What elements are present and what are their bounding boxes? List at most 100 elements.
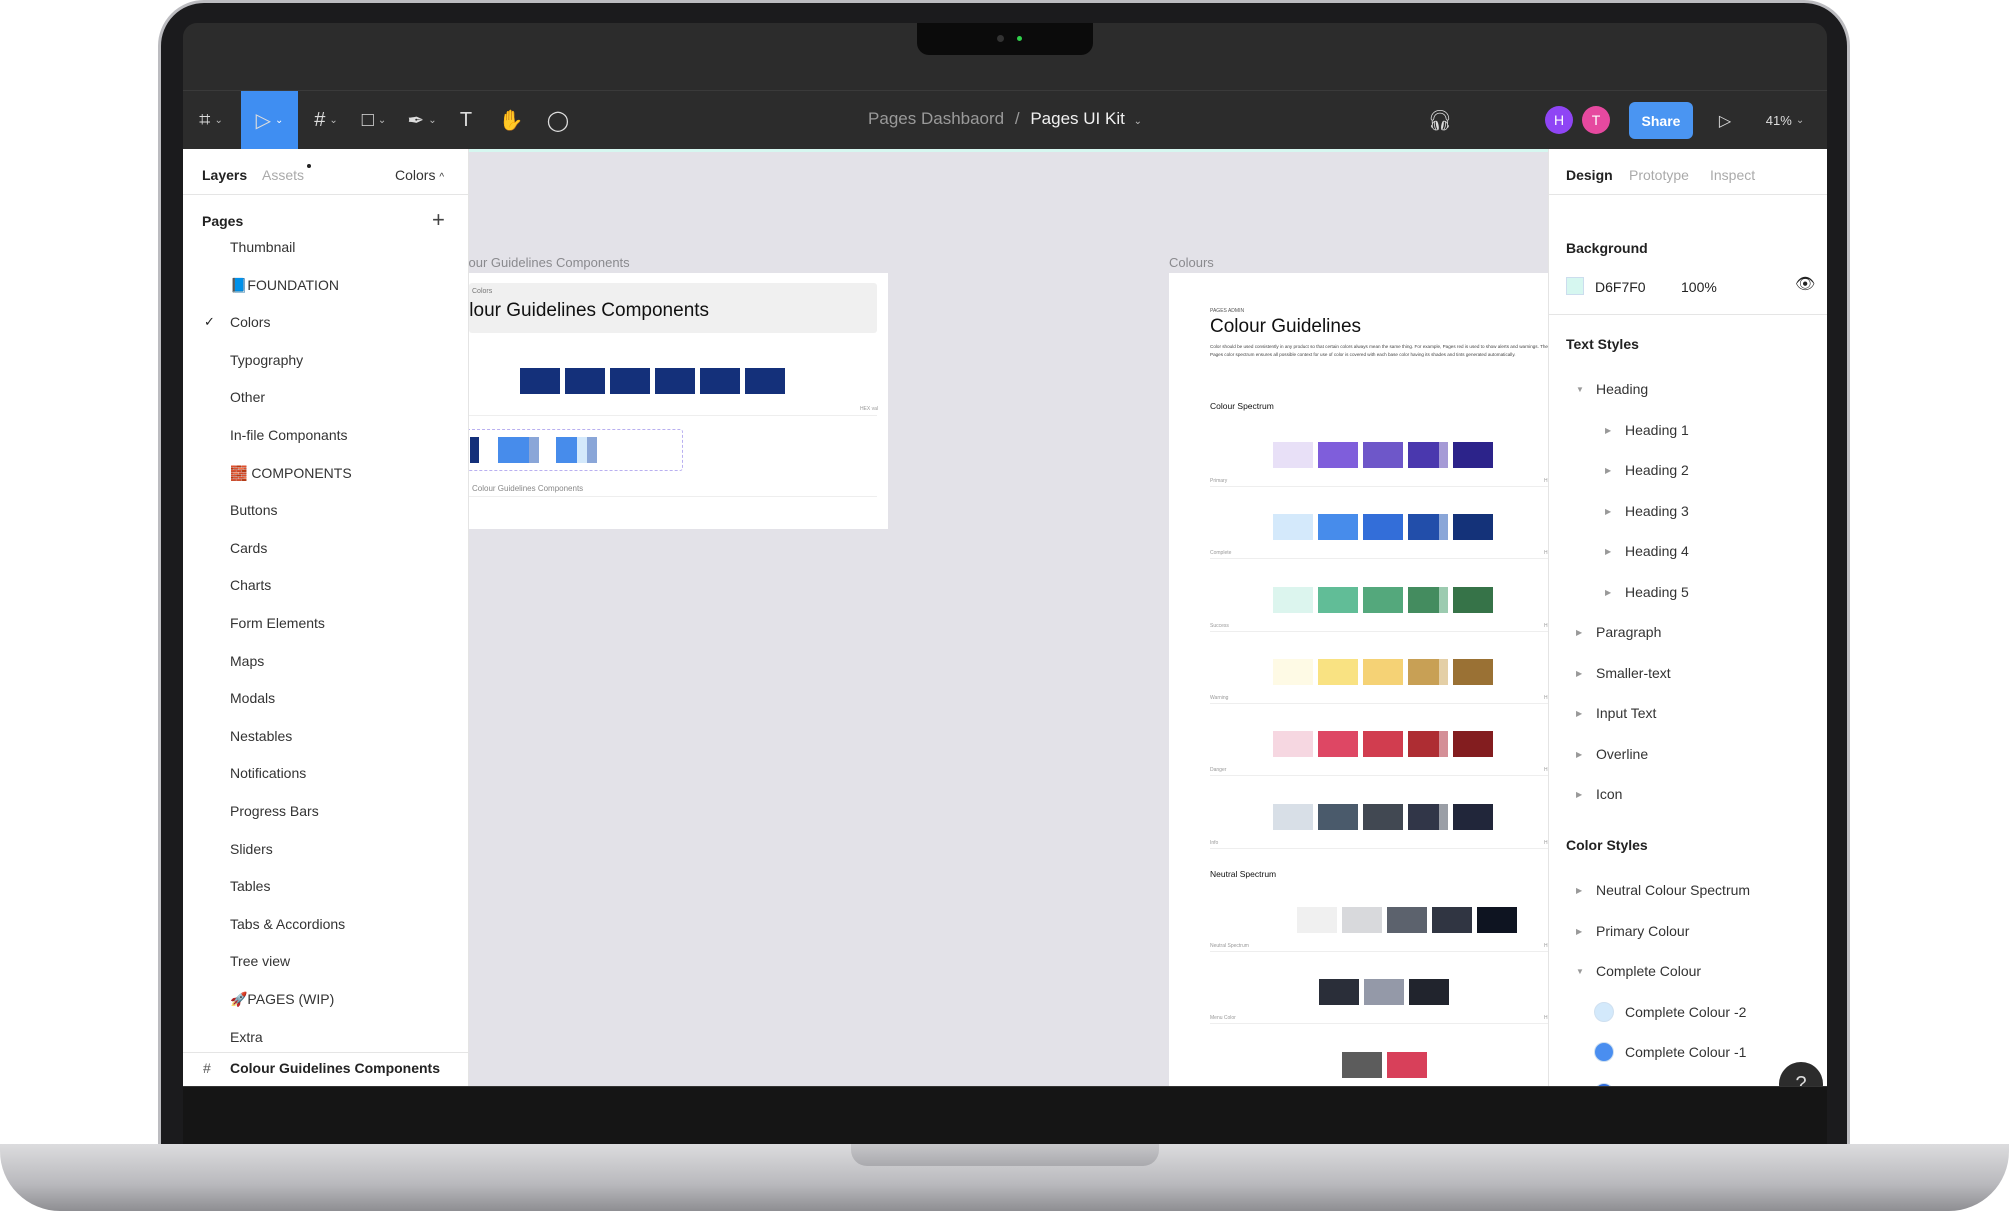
swatch[interactable] xyxy=(1342,1051,1382,1078)
color-style-item[interactable]: Primary Colour xyxy=(1596,923,1689,939)
page-item[interactable]: Tables xyxy=(230,878,270,894)
swatch[interactable] xyxy=(1273,658,1313,685)
text-style-item[interactable]: Paragraph xyxy=(1596,624,1661,640)
page-item[interactable]: Colors xyxy=(230,314,270,330)
swatch[interactable] xyxy=(1342,907,1382,933)
swatch[interactable] xyxy=(1297,907,1337,933)
swatch[interactable] xyxy=(1318,442,1358,468)
page-item[interactable]: Sliders xyxy=(230,841,273,857)
caret-right-icon[interactable]: ▶ xyxy=(1576,709,1582,718)
page-item[interactable]: 🚀PAGES (WIP) xyxy=(230,991,334,1008)
breadcrumb-project[interactable]: Pages Dashbaord xyxy=(868,109,1004,128)
canvas[interactable]: Colour Guidelines Components Colors Colo… xyxy=(469,149,1548,1086)
page-item[interactable]: Notifications xyxy=(230,765,306,781)
color-style-item[interactable]: Complete Colour -2 xyxy=(1625,1004,1746,1020)
page-item[interactable]: Thumbnail xyxy=(230,239,295,255)
swatch[interactable] xyxy=(1273,586,1313,613)
caret-right-icon[interactable]: ▶ xyxy=(1576,669,1582,678)
component-set[interactable] xyxy=(469,429,683,471)
zoom-dropdown[interactable]: 41% ⌄ xyxy=(1755,91,1815,150)
caret-right-icon[interactable]: ▶ xyxy=(1576,790,1582,799)
tab-layers[interactable]: Layers xyxy=(202,167,247,183)
headphones-icon[interactable]: 🎧︎ xyxy=(1420,91,1460,150)
swatch[interactable] xyxy=(1453,803,1493,830)
caret-right-icon[interactable]: ▶ xyxy=(1605,588,1611,597)
background-hex-input[interactable]: D6F7F0 xyxy=(1595,279,1646,295)
frame-colours[interactable]: PAGES ADMIN Colour Guidelines Color shou… xyxy=(1169,273,1548,1086)
swatch[interactable] xyxy=(1432,907,1472,933)
text-style-item[interactable]: Icon xyxy=(1596,786,1622,802)
swatch[interactable] xyxy=(1318,514,1358,541)
caret-right-icon[interactable]: ▶ xyxy=(1605,547,1611,556)
eye-visibility-icon[interactable]: 👁︎ xyxy=(1795,274,1815,294)
page-item[interactable]: Progress Bars xyxy=(230,803,319,819)
file-name[interactable]: Pages UI Kit xyxy=(1030,109,1125,128)
share-button[interactable]: Share xyxy=(1629,102,1693,139)
swatch[interactable] xyxy=(1273,442,1313,468)
swatch[interactable] xyxy=(1364,979,1404,1006)
text-style-item[interactable]: Smaller-text xyxy=(1596,665,1671,681)
caret-right-icon[interactable]: ▶ xyxy=(1605,466,1611,475)
swatch[interactable] xyxy=(1318,658,1358,685)
text-style-item[interactable]: Heading 4 xyxy=(1625,543,1689,559)
swatch[interactable] xyxy=(1387,907,1427,933)
swatch[interactable] xyxy=(1273,514,1313,541)
swatch[interactable] xyxy=(1363,731,1403,758)
page-item[interactable]: Extra xyxy=(230,1029,263,1045)
page-item[interactable]: Modals xyxy=(230,690,275,706)
swatch[interactable] xyxy=(1319,979,1359,1006)
frame-label[interactable]: Colour Guidelines Components xyxy=(469,255,630,270)
page-item[interactable]: Cards xyxy=(230,540,267,556)
caret-right-icon[interactable]: ▶ xyxy=(1605,426,1611,435)
chevron-down-icon[interactable]: ⌄ xyxy=(1134,116,1142,127)
swatch[interactable] xyxy=(1409,979,1449,1006)
page-item[interactable]: In-file Componants xyxy=(230,427,348,443)
layer-item[interactable]: Colour Guidelines Components xyxy=(230,1060,440,1076)
text-style-item[interactable]: Heading 2 xyxy=(1625,462,1689,478)
add-page-icon[interactable]: + xyxy=(432,207,445,233)
page-selector[interactable]: Colors ^ xyxy=(395,167,444,183)
swatch[interactable] xyxy=(1363,803,1403,830)
color-style-item[interactable]: Neutral Colour Spectrum xyxy=(1596,882,1750,898)
swatch[interactable] xyxy=(1318,586,1358,613)
swatch[interactable] xyxy=(1453,586,1493,613)
swatch[interactable] xyxy=(1363,586,1403,613)
background-color-swatch[interactable] xyxy=(1566,277,1584,295)
avatar[interactable]: H xyxy=(1545,106,1573,134)
frame-label[interactable]: Colours xyxy=(1169,255,1214,270)
avatar[interactable]: T xyxy=(1582,106,1610,134)
page-item[interactable]: Buttons xyxy=(230,502,277,518)
caret-down-icon[interactable]: ▼ xyxy=(1576,385,1584,394)
text-style-item[interactable]: Overline xyxy=(1596,746,1648,762)
text-style-item[interactable]: Heading 5 xyxy=(1625,584,1689,600)
frame-guidelines-components[interactable]: Colors Colour Guidelines Components HEX … xyxy=(469,273,888,529)
color-style-item[interactable]: Complete Colour -1 xyxy=(1625,1044,1746,1060)
page-item[interactable]: Maps xyxy=(230,653,264,669)
swatch[interactable] xyxy=(1318,803,1358,830)
page-item[interactable]: Typography xyxy=(230,352,303,368)
page-item[interactable]: Nestables xyxy=(230,728,292,744)
tab-assets[interactable]: Assets xyxy=(262,167,304,183)
text-style-item[interactable]: Input Text xyxy=(1596,705,1656,721)
present-play-icon[interactable]: ▷ xyxy=(1708,91,1742,150)
swatch[interactable] xyxy=(1363,514,1403,541)
swatch[interactable] xyxy=(1363,658,1403,685)
text-style-item[interactable]: Heading xyxy=(1596,381,1648,397)
swatch[interactable] xyxy=(1363,442,1403,468)
caret-right-icon[interactable]: ▶ xyxy=(1576,886,1582,895)
swatch[interactable] xyxy=(1318,731,1358,758)
background-opacity-input[interactable]: 100% xyxy=(1681,279,1717,295)
page-item[interactable]: Tree view xyxy=(230,953,290,969)
swatch[interactable] xyxy=(1387,1051,1427,1078)
help-button[interactable]: ? xyxy=(1779,1062,1823,1086)
caret-down-icon[interactable]: ▼ xyxy=(1576,967,1584,976)
tab-prototype[interactable]: Prototype xyxy=(1629,167,1689,183)
swatch[interactable] xyxy=(1273,803,1313,830)
page-item[interactable]: 🧱 COMPONENTS xyxy=(230,465,352,482)
page-item[interactable]: Other xyxy=(230,389,265,405)
page-item[interactable]: Charts xyxy=(230,577,271,593)
text-style-item[interactable]: Heading 3 xyxy=(1625,503,1689,519)
caret-right-icon[interactable]: ▶ xyxy=(1576,750,1582,759)
swatch[interactable] xyxy=(1453,658,1493,685)
text-style-item[interactable]: Heading 1 xyxy=(1625,422,1689,438)
